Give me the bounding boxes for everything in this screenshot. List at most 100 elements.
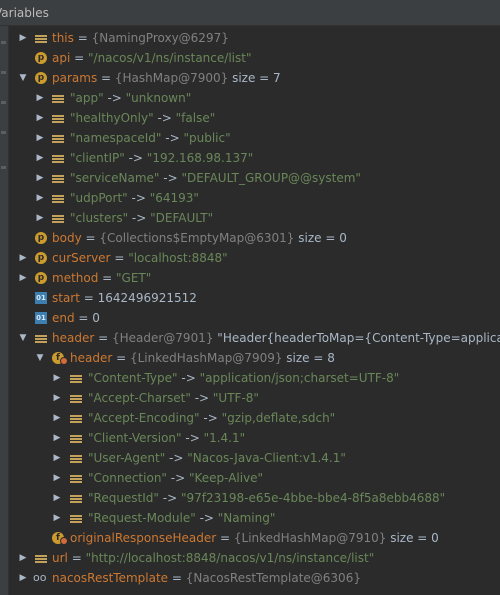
variable-value: 0 (92, 311, 100, 325)
collapse-arrow-icon[interactable]: ▼ (18, 328, 28, 348)
expand-arrow-icon[interactable]: ▶ (18, 248, 28, 268)
expand-arrow-icon[interactable]: ▶ (18, 268, 28, 288)
variable-row-nacos-rest-template[interactable]: ▶ oo nacosRestTemplate = {NacosRestTempl… (8, 568, 500, 588)
variable-row-this[interactable]: ▶ this = {NamingProxy@6297} (8, 28, 500, 48)
map-value: "64193" (149, 191, 199, 205)
expand-arrow-icon[interactable]: ▶ (35, 128, 45, 148)
variable-row-url[interactable]: ▶ url = "http://localhost:8848/nacos/v1/… (8, 548, 500, 568)
variable-row-start[interactable]: 01 start = 1642496921512 (8, 288, 500, 308)
variable-name: curServer (52, 251, 111, 265)
gutter-mark (1, 131, 6, 134)
map-entry-row[interactable]: ▶ "Accept-Charset" -> "UTF-8" (8, 388, 500, 408)
map-key: "Accept-Charset" (88, 391, 191, 405)
variable-value: {Header@7901} (111, 331, 214, 345)
variable-name: this (52, 31, 74, 45)
variable-name: params (52, 71, 98, 85)
variable-value: "localhost:8848" (128, 251, 228, 265)
expand-arrow-icon[interactable]: ▶ (52, 448, 62, 468)
private-lock-icon (60, 357, 68, 365)
variable-row-end[interactable]: 01 end = 0 (8, 308, 500, 328)
expand-arrow-icon[interactable]: ▶ (52, 468, 62, 488)
map-entry-row[interactable]: ▶ "User-Agent" -> "Nacos-Java-Client:v1.… (8, 448, 500, 468)
map-entry-icon (70, 495, 82, 507)
gutter-mark (1, 71, 6, 74)
map-key: "namespaceId" (70, 131, 162, 145)
collapse-arrow-icon[interactable]: ▼ (18, 68, 28, 88)
map-entry-row[interactable]: ▶ "udpPort" -> "64193" (8, 188, 500, 208)
parameter-icon: p (35, 52, 47, 64)
map-value: "unknown" (125, 91, 192, 105)
variable-name: originalResponseHeader (70, 531, 217, 545)
expand-arrow-icon[interactable]: ▶ (52, 408, 62, 428)
map-value: "UTF-8" (212, 391, 259, 405)
variable-row-curserver[interactable]: ▶ p curServer = "localhost:8848" (8, 248, 500, 268)
map-value: "192.168.98.137" (146, 151, 254, 165)
variables-tree: ▶ this = {NamingProxy@6297} p api = "/na… (8, 26, 500, 595)
variable-name: start (52, 291, 80, 305)
expand-arrow-icon[interactable]: ▶ (18, 568, 28, 588)
private-lock-icon (60, 537, 68, 545)
expand-arrow-icon[interactable]: ▶ (52, 388, 62, 408)
map-entry-icon (70, 415, 82, 427)
variable-name: end (52, 311, 75, 325)
map-entry-icon (52, 195, 64, 207)
expand-arrow-icon[interactable]: ▶ (35, 188, 45, 208)
map-entry-row[interactable]: ▶ "app" -> "unknown" (8, 88, 500, 108)
map-value: "application/json;charset=UTF-8" (199, 371, 400, 385)
map-entry-icon (70, 435, 82, 447)
map-key: "clusters" (70, 211, 129, 225)
panel-title: Variables (0, 6, 49, 20)
map-entry-row[interactable]: ▶ "Accept-Encoding" -> "gzip,deflate,sdc… (8, 408, 500, 428)
expand-arrow-icon[interactable]: ▶ (52, 488, 62, 508)
field-row-original-response-header[interactable]: f originalResponseHeader = {LinkedHashMa… (8, 528, 500, 548)
map-entry-row[interactable]: ▶ "clientIP" -> "192.168.98.137" (8, 148, 500, 168)
map-entry-row[interactable]: ▶ "Client-Version" -> "1.4.1" (8, 428, 500, 448)
map-entry-row[interactable]: ▶ "Request-Module" -> "Naming" (8, 508, 500, 528)
variable-name: url (52, 551, 68, 565)
expand-arrow-icon[interactable]: ▶ (35, 148, 45, 168)
map-key: "User-Agent" (88, 451, 166, 465)
variable-row-body[interactable]: p body = {Collections$EmptyMap@6301} siz… (8, 228, 500, 248)
variable-row-header[interactable]: ▼ header = {Header@7901} "Header{headerT… (8, 328, 500, 348)
map-entry-row[interactable]: ▶ "Connection" -> "Keep-Alive" (8, 468, 500, 488)
expand-arrow-icon[interactable]: ▶ (52, 368, 62, 388)
map-entry-icon (70, 375, 82, 387)
parameter-icon: p (35, 232, 47, 244)
variable-row-method[interactable]: ▶ p method = "GET" (8, 268, 500, 288)
map-entry-icon (52, 95, 64, 107)
variable-name: header (70, 351, 113, 365)
map-value: "false" (175, 111, 216, 125)
expand-arrow-icon[interactable]: ▶ (35, 108, 45, 128)
expand-arrow-icon[interactable]: ▶ (35, 88, 45, 108)
variable-value: "/nacos/v1/ns/instance/list" (88, 51, 252, 65)
field-row-header[interactable]: ▼ f header = {LinkedHashMap@7909} size =… (8, 348, 500, 368)
expand-arrow-icon[interactable]: ▶ (35, 208, 45, 228)
expand-arrow-icon[interactable]: ▶ (18, 28, 28, 48)
map-entry-icon (70, 475, 82, 487)
variable-row-api[interactable]: p api = "/nacos/v1/ns/instance/list" (8, 48, 500, 68)
map-entry-row[interactable]: ▶ "Content-Type" -> "application/json;ch… (8, 368, 500, 388)
variable-value: 1642496921512 (97, 291, 197, 305)
collapse-arrow-icon[interactable]: ▼ (35, 348, 45, 368)
expand-arrow-icon[interactable]: ▶ (18, 548, 28, 568)
expand-arrow-icon[interactable]: ▶ (52, 508, 62, 528)
map-entry-row[interactable]: ▶ "RequestId" -> "97f23198-e65e-4bbe-bbe… (8, 488, 500, 508)
map-entry-row[interactable]: ▶ "clusters" -> "DEFAULT" (8, 208, 500, 228)
map-key: "udpPort" (70, 191, 128, 205)
expand-arrow-icon[interactable]: ▶ (35, 168, 45, 188)
expand-arrow-icon[interactable]: ▶ (52, 428, 62, 448)
field-icon (35, 555, 47, 567)
variable-value: {NamingProxy@6297} (91, 31, 229, 45)
map-value: "DEFAULT_GROUP@@system" (181, 171, 361, 185)
map-entry-row[interactable]: ▶ "namespaceId" -> "public" (8, 128, 500, 148)
map-entry-row[interactable]: ▶ "serviceName" -> "DEFAULT_GROUP@@syste… (8, 168, 500, 188)
map-value: "97f23198-e65e-4bbe-bbe4-8f5a8ebb4688" (180, 491, 446, 505)
map-key: "clientIP" (70, 151, 125, 165)
map-entry-row[interactable]: ▶ "healthyOnly" -> "false" (8, 108, 500, 128)
variable-row-params[interactable]: ▼ p params = {HashMap@7900} size = 7 (8, 68, 500, 88)
variable-value: "GET" (116, 271, 152, 285)
variable-name: method (52, 271, 99, 285)
variable-value: {Collections$EmptyMap@6301} (99, 231, 295, 245)
variable-extra: "Header{headerToMap={Content-Type=applic… (213, 331, 500, 345)
map-entry-icon (52, 175, 64, 187)
